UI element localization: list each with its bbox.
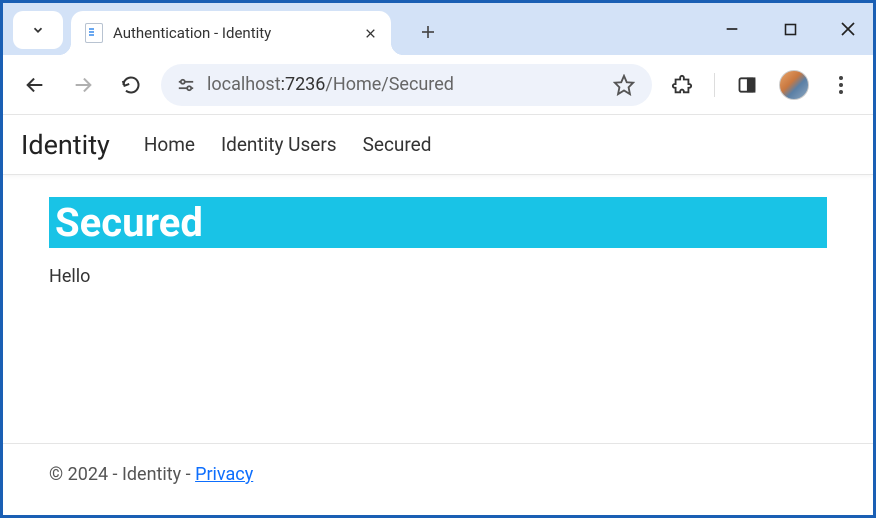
tab-title: Authentication - Identity bbox=[113, 24, 359, 42]
menu-button[interactable] bbox=[823, 67, 859, 103]
sidepanel-button[interactable] bbox=[729, 67, 765, 103]
maximize-button[interactable] bbox=[775, 14, 805, 44]
titlebar: Authentication - Identity bbox=[3, 3, 873, 55]
close-icon bbox=[364, 27, 377, 40]
page-footer: © 2024 - Identity - Privacy bbox=[3, 443, 873, 515]
close-icon bbox=[839, 20, 857, 38]
profile-avatar[interactable] bbox=[779, 70, 809, 100]
toolbar-right bbox=[664, 67, 859, 103]
nav-link-home[interactable]: Home bbox=[144, 133, 195, 156]
url-path: /Home/Secured bbox=[325, 74, 454, 95]
kebab-icon bbox=[839, 76, 843, 94]
sidepanel-icon bbox=[737, 75, 757, 95]
chevron-down-icon bbox=[31, 23, 45, 37]
browser-tab-active[interactable]: Authentication - Identity bbox=[71, 11, 391, 55]
nav-link-identity-users[interactable]: Identity Users bbox=[221, 133, 337, 156]
close-window-button[interactable] bbox=[833, 14, 863, 44]
url-port: :7236 bbox=[281, 74, 326, 95]
brand-link[interactable]: Identity bbox=[21, 129, 110, 161]
nav-link-secured[interactable]: Secured bbox=[363, 133, 432, 156]
browser-window: Authentication - Identity bbox=[0, 0, 876, 518]
toolbar-divider bbox=[714, 73, 715, 97]
page-body: Secured Hello bbox=[3, 175, 873, 443]
maximize-icon bbox=[783, 22, 798, 37]
page-favicon-icon bbox=[85, 23, 103, 43]
plus-icon bbox=[419, 23, 437, 41]
extensions-button[interactable] bbox=[664, 67, 700, 103]
site-settings-button[interactable] bbox=[175, 76, 197, 94]
page-text: Hello bbox=[49, 266, 827, 287]
url-text: localhost:7236/Home/Secured bbox=[207, 74, 600, 95]
page-viewport: Identity Home Identity Users Secured Sec… bbox=[3, 115, 873, 515]
url-host: localhost bbox=[207, 74, 281, 95]
tab-close-button[interactable] bbox=[359, 22, 381, 44]
reload-icon bbox=[121, 75, 141, 95]
bookmark-button[interactable] bbox=[610, 71, 638, 99]
arrow-right-icon bbox=[72, 74, 94, 96]
page-heading: Secured bbox=[49, 197, 827, 248]
minimize-button[interactable] bbox=[717, 14, 747, 44]
tune-icon bbox=[176, 77, 196, 93]
minimize-icon bbox=[724, 21, 740, 37]
browser-toolbar: localhost:7236/Home/Secured bbox=[3, 55, 873, 115]
star-icon bbox=[613, 74, 635, 96]
forward-button[interactable] bbox=[65, 67, 101, 103]
reload-button[interactable] bbox=[113, 67, 149, 103]
site-navbar: Identity Home Identity Users Secured bbox=[3, 115, 873, 175]
privacy-link[interactable]: Privacy bbox=[195, 464, 253, 485]
arrow-left-icon bbox=[24, 74, 46, 96]
address-bar[interactable]: localhost:7236/Home/Secured bbox=[161, 64, 652, 106]
new-tab-button[interactable] bbox=[411, 15, 445, 49]
window-controls bbox=[717, 3, 863, 55]
footer-text: © 2024 - Identity - bbox=[49, 464, 195, 485]
tab-search-button[interactable] bbox=[13, 11, 63, 49]
back-button[interactable] bbox=[17, 67, 53, 103]
puzzle-icon bbox=[671, 74, 693, 96]
